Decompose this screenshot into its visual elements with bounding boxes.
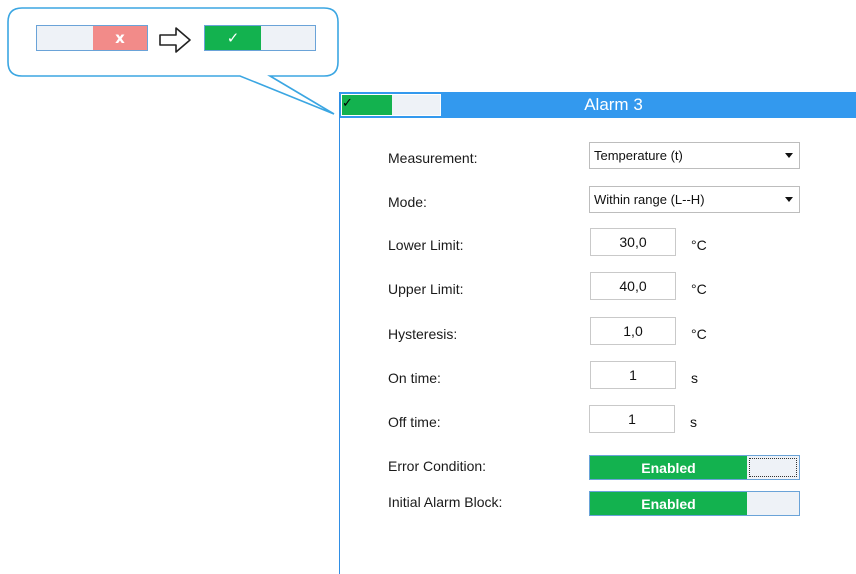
initial-alarm-block-toggle[interactable]: Enabled: [589, 491, 800, 516]
mode-label: Mode:: [388, 194, 427, 210]
hysteresis-input[interactable]: 1,0: [590, 317, 676, 345]
toggle-before-active-segment: x: [93, 26, 147, 50]
alarm-enable-toggle[interactable]: ✓: [341, 94, 441, 116]
check-icon: ✓: [342, 95, 353, 110]
measurement-label: Measurement:: [388, 150, 478, 166]
toggle-before-off-segment: [37, 26, 93, 50]
measurement-value: Temperature (t): [594, 148, 683, 163]
upper-limit-input[interactable]: 40,0: [590, 272, 676, 300]
on-time-input[interactable]: 1: [590, 361, 676, 389]
toggle-after: ✓: [204, 25, 316, 51]
hysteresis-label: Hysteresis:: [388, 326, 458, 342]
hysteresis-unit: °C: [691, 326, 707, 342]
off-time-unit: s: [690, 414, 697, 430]
initial-alarm-block-off-segment[interactable]: [747, 492, 799, 515]
alarm-enable-on-segment[interactable]: ✓: [342, 95, 392, 115]
initial-alarm-block-label: Initial Alarm Block:: [388, 494, 503, 510]
error-condition-enabled-segment[interactable]: Enabled: [590, 456, 747, 479]
check-icon: ✓: [226, 29, 240, 47]
error-condition-off-segment[interactable]: [747, 456, 799, 479]
mode-select[interactable]: Within range (L--H): [589, 186, 800, 213]
mode-value: Within range (L--H): [594, 192, 705, 207]
chevron-down-icon: [785, 197, 793, 202]
chevron-down-icon: [785, 153, 793, 158]
measurement-select[interactable]: Temperature (t): [589, 142, 800, 169]
right-arrow-outline-icon: [159, 27, 191, 53]
lower-limit-unit: °C: [691, 237, 707, 253]
on-time-unit: s: [691, 370, 698, 386]
alarm-enable-off-segment[interactable]: [392, 95, 440, 115]
toggle-before: x: [36, 25, 148, 51]
close-icon: x: [115, 29, 125, 47]
toggle-after-off-segment: [261, 26, 315, 50]
off-time-label: Off time:: [388, 414, 441, 430]
upper-limit-unit: °C: [691, 281, 707, 297]
lower-limit-label: Lower Limit:: [388, 237, 464, 253]
lower-limit-input[interactable]: 30,0: [590, 228, 676, 256]
error-condition-label: Error Condition:: [388, 458, 487, 474]
initial-alarm-block-enabled-segment[interactable]: Enabled: [590, 492, 747, 515]
off-time-input[interactable]: 1: [589, 405, 675, 433]
on-time-label: On time:: [388, 370, 441, 386]
error-condition-toggle[interactable]: Enabled: [589, 455, 800, 480]
toggle-after-active-segment: ✓: [205, 26, 261, 50]
upper-limit-label: Upper Limit:: [388, 281, 464, 297]
panel-header: Alarm 3 ✓: [340, 92, 856, 118]
alarm-panel: Alarm 3 ✓ Measurement: Temperature (t) M…: [339, 92, 856, 574]
callout-bubble: [7, 7, 339, 115]
